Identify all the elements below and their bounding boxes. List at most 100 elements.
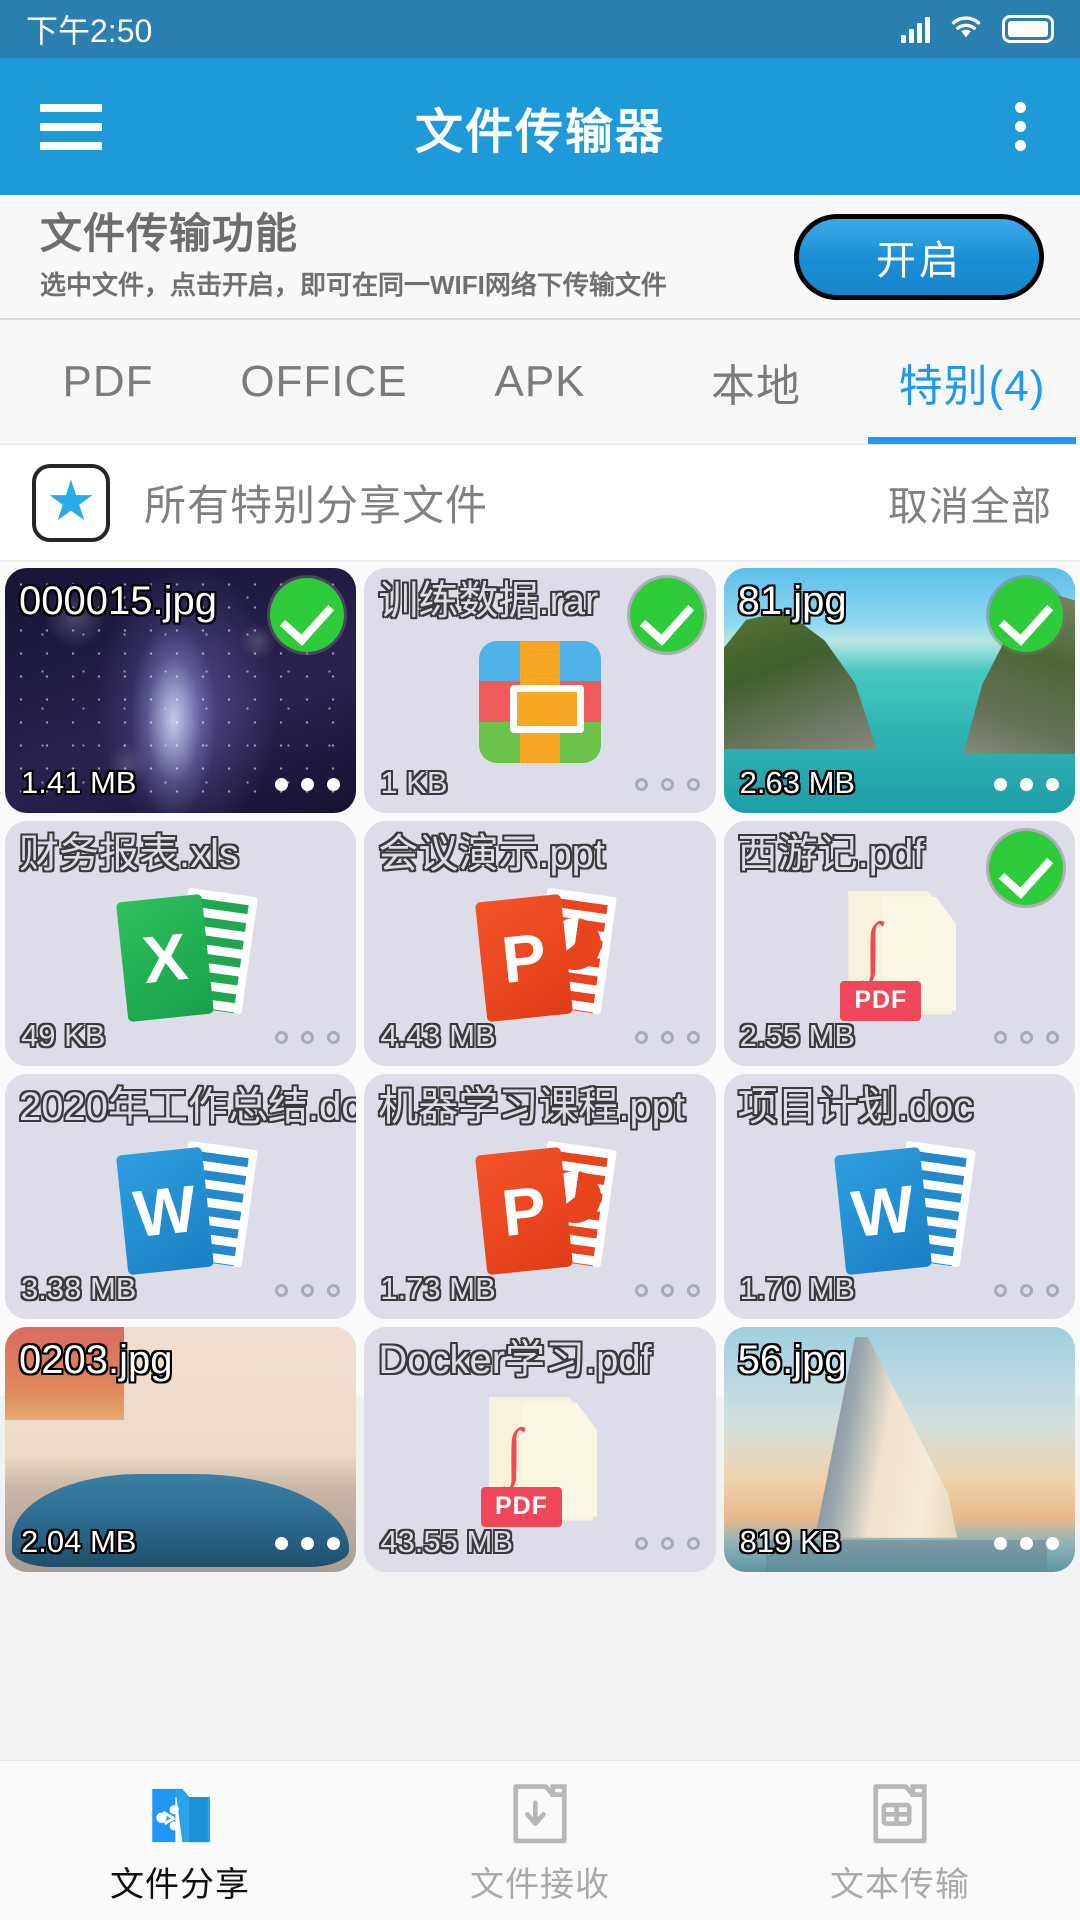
file-selected-check-icon[interactable] bbox=[270, 578, 345, 652]
pdf-file-icon: ∫ PDF bbox=[824, 890, 974, 1021]
rar-icon-tile bbox=[478, 640, 520, 682]
file-card[interactable]: P 机器学习课程.ppt 1.73 MB bbox=[364, 1074, 716, 1319]
nav-item-folder-share[interactable]: 文件分享 bbox=[0, 1761, 360, 1920]
file-more-options-icon[interactable] bbox=[275, 1284, 341, 1297]
wifi-icon bbox=[948, 13, 984, 46]
word-icon-card: W bbox=[834, 1146, 933, 1275]
rar-icon-tile bbox=[478, 721, 520, 763]
file-card[interactable]: 81.jpg 2.63 MB bbox=[723, 568, 1075, 813]
file-icon-area: ∫ PDF bbox=[364, 1327, 715, 1572]
page-title: 文件传输器 bbox=[414, 105, 665, 159]
tab-office[interactable]: OFFICE bbox=[216, 320, 432, 444]
file-card[interactable]: 训练数据.rar 1 KB bbox=[364, 568, 716, 813]
feature-panel: 文件传输功能 选中文件，点击开启，即可在同一WIFI网络下传输文件 开启 bbox=[0, 195, 1080, 320]
rar-icon-tile bbox=[519, 640, 561, 682]
file-more-options-icon[interactable] bbox=[634, 1537, 700, 1550]
cancel-all-button[interactable]: 取消全部 bbox=[888, 474, 1052, 532]
file-selected-check-icon[interactable] bbox=[629, 578, 704, 652]
file-more-options-icon[interactable] bbox=[634, 1284, 700, 1297]
status-icon-group bbox=[901, 13, 1054, 46]
file-card[interactable]: 56.jpg 819 KB bbox=[723, 1327, 1075, 1572]
tab-apk[interactable]: APK bbox=[432, 320, 648, 444]
bottom-nav: 文件分享 文件接收 文本传输 bbox=[0, 1760, 1080, 1920]
ppt-icon-card: P bbox=[474, 893, 574, 1022]
rar-file-icon bbox=[478, 640, 601, 763]
hamburger-icon[interactable] bbox=[40, 103, 102, 150]
status-bar: 下午2:50 bbox=[0, 0, 1080, 58]
star-icon: ★ bbox=[32, 463, 110, 542]
nav-item-label: 文件接收 bbox=[470, 1866, 610, 1904]
file-icon-area: X bbox=[5, 821, 356, 1066]
rar-icon-tile bbox=[519, 721, 561, 763]
file-more-options-icon[interactable] bbox=[994, 1031, 1059, 1044]
rar-icon-tile bbox=[560, 681, 601, 722]
tab-label: APK bbox=[494, 357, 586, 406]
status-time: 下午2:50 bbox=[26, 13, 153, 49]
word-file-icon: W bbox=[106, 1140, 258, 1275]
section-title: 所有特别分享文件 bbox=[144, 482, 489, 529]
ppt-file-icon: P bbox=[465, 887, 617, 1022]
file-card[interactable]: ∫ PDF 西游记.pdf 2.55 MB bbox=[723, 821, 1075, 1066]
file-card[interactable]: W 2020年工作总结.doc 3.38 MB bbox=[5, 1074, 357, 1319]
file-icon-area: W bbox=[5, 1074, 356, 1319]
pdf-icon-label: PDF bbox=[480, 1486, 562, 1527]
nav-item-label: 文件分享 bbox=[110, 1866, 250, 1904]
pdf-icon-label: PDF bbox=[840, 980, 922, 1021]
category-tab-bar: PDF OFFICE APK 本地 特别(4) bbox=[0, 320, 1080, 445]
more-vertical-icon[interactable] bbox=[1000, 102, 1040, 151]
file-card[interactable]: ∫ PDF Docker学习.pdf 43.55 MB bbox=[364, 1327, 716, 1572]
tab-label: OFFICE bbox=[240, 357, 408, 406]
file-card[interactable]: W 项目计划.doc 1.70 MB bbox=[723, 1074, 1075, 1319]
file-card[interactable]: 000015.jpg 1.41 MB bbox=[5, 568, 357, 813]
nav-item-folder-receive[interactable]: 文件接收 bbox=[360, 1761, 720, 1920]
file-selected-check-icon[interactable] bbox=[989, 831, 1063, 905]
signal-icon bbox=[901, 15, 930, 43]
tab-label: 本地 bbox=[711, 362, 801, 411]
file-icon-area: P bbox=[364, 821, 715, 1066]
rar-icon-tile bbox=[519, 681, 561, 722]
star-glyph: ★ bbox=[45, 468, 97, 532]
ppt-icon-card: P bbox=[474, 1146, 574, 1275]
folder-share-icon bbox=[143, 1775, 217, 1849]
file-card[interactable]: P 会议演示.ppt 4.43 MB bbox=[364, 821, 716, 1066]
tab-pdf[interactable]: PDF bbox=[0, 320, 216, 444]
folder-text-icon bbox=[863, 1775, 937, 1849]
file-more-options-icon[interactable] bbox=[275, 1031, 341, 1044]
file-selected-check-icon[interactable] bbox=[989, 578, 1063, 652]
pdf-icon-swoosh: ∫ bbox=[865, 909, 882, 983]
nav-item-label: 文本传输 bbox=[830, 1866, 970, 1904]
excel-file-icon: X bbox=[106, 887, 258, 1022]
file-card[interactable]: X 财务报表.xls 49 KB bbox=[5, 821, 357, 1066]
rar-icon-tile bbox=[560, 640, 601, 682]
file-thumbnail bbox=[5, 1327, 357, 1572]
word-file-icon: W bbox=[824, 1140, 977, 1275]
file-more-options-icon[interactable] bbox=[634, 778, 700, 791]
tab-本地[interactable]: 本地 bbox=[648, 320, 864, 444]
pdf-icon-swoosh: ∫ bbox=[505, 1415, 523, 1489]
nav-item-folder-text[interactable]: 文本传输 bbox=[720, 1761, 1080, 1920]
file-more-options-icon[interactable] bbox=[994, 1284, 1059, 1297]
file-more-options-icon[interactable] bbox=[275, 778, 341, 791]
rar-icon-tile bbox=[560, 721, 601, 763]
tab-特别4[interactable]: 特别(4) bbox=[864, 320, 1080, 444]
feature-subtitle: 选中文件，点击开启，即可在同一WIFI网络下传输文件 bbox=[40, 270, 667, 301]
folder-receive-icon bbox=[503, 1775, 577, 1849]
file-card[interactable]: 0203.jpg 2.04 MB bbox=[5, 1327, 357, 1572]
file-icon-area: P bbox=[364, 1074, 715, 1319]
section-header: ★ 所有特别分享文件 取消全部 bbox=[0, 445, 1080, 562]
rar-icon-tile bbox=[478, 681, 520, 722]
tab-label: PDF bbox=[62, 357, 154, 406]
app-bar: 文件传输器 bbox=[0, 58, 1080, 195]
file-thumbnail bbox=[723, 1327, 1075, 1572]
file-more-options-icon[interactable] bbox=[634, 1031, 700, 1044]
ppt-file-icon: P bbox=[465, 1140, 617, 1275]
word-icon-card: W bbox=[115, 1146, 214, 1275]
feature-title: 文件传输功能 bbox=[40, 209, 299, 257]
pdf-file-icon: ∫ PDF bbox=[465, 1396, 615, 1527]
file-more-options-icon[interactable] bbox=[275, 1537, 341, 1550]
file-icon-area: W bbox=[724, 1074, 1075, 1319]
start-transfer-button[interactable]: 开启 bbox=[794, 213, 1044, 300]
file-more-options-icon[interactable] bbox=[994, 778, 1059, 791]
tab-label: 特别(4) bbox=[898, 362, 1046, 411]
file-more-options-icon[interactable] bbox=[994, 1537, 1059, 1550]
